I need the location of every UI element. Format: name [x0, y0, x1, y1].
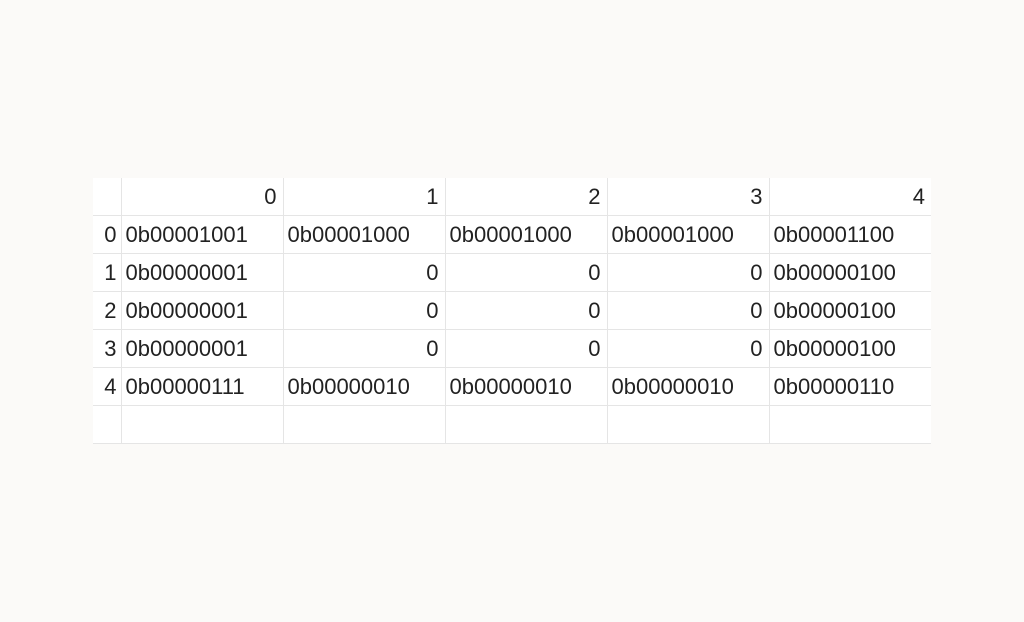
cell-4-3: 0b00000010: [607, 368, 769, 406]
cell-4-4: 0b00000110: [769, 368, 931, 406]
cell-0-2: 0b00001000: [445, 216, 607, 254]
header-row: 0 1 2 3 4: [93, 178, 931, 216]
empty-cell: [283, 406, 445, 444]
cell-1-0: 0b00000001: [121, 254, 283, 292]
cell-1-4: 0b00000100: [769, 254, 931, 292]
cell-0-0: 0b00001001: [121, 216, 283, 254]
cell-1-3: 0: [607, 254, 769, 292]
cell-2-4: 0b00000100: [769, 292, 931, 330]
cell-2-0: 0b00000001: [121, 292, 283, 330]
table-row: 1 0b00000001 0 0 0 0b00000100: [93, 254, 931, 292]
row-header-3: 3: [93, 330, 121, 368]
cell-4-0: 0b00000111: [121, 368, 283, 406]
cell-2-3: 0: [607, 292, 769, 330]
data-table: 0 1 2 3 4 0 0b00001001 0b00001000 0b0000…: [93, 178, 931, 445]
empty-cell: [121, 406, 283, 444]
data-table-wrapper: 0 1 2 3 4 0 0b00001001 0b00001000 0b0000…: [93, 178, 931, 445]
cell-0-4: 0b00001100: [769, 216, 931, 254]
table-row: 0 0b00001001 0b00001000 0b00001000 0b000…: [93, 216, 931, 254]
table-row: 4 0b00000111 0b00000010 0b00000010 0b000…: [93, 368, 931, 406]
cell-3-0: 0b00000001: [121, 330, 283, 368]
cell-4-1: 0b00000010: [283, 368, 445, 406]
row-header-0: 0: [93, 216, 121, 254]
empty-cell: [769, 406, 931, 444]
cell-3-3: 0: [607, 330, 769, 368]
row-header-4: 4: [93, 368, 121, 406]
cell-2-1: 0: [283, 292, 445, 330]
cell-1-2: 0: [445, 254, 607, 292]
cell-3-2: 0: [445, 330, 607, 368]
col-header-2: 2: [445, 178, 607, 216]
empty-cell: [445, 406, 607, 444]
table-row: 3 0b00000001 0 0 0 0b00000100: [93, 330, 931, 368]
cell-3-1: 0: [283, 330, 445, 368]
row-header-2: 2: [93, 292, 121, 330]
col-header-1: 1: [283, 178, 445, 216]
empty-row-header: [93, 406, 121, 444]
col-header-3: 3: [607, 178, 769, 216]
table-row: 2 0b00000001 0 0 0 0b00000100: [93, 292, 931, 330]
corner-cell: [93, 178, 121, 216]
row-header-1: 1: [93, 254, 121, 292]
empty-row: [93, 406, 931, 444]
cell-2-2: 0: [445, 292, 607, 330]
cell-1-1: 0: [283, 254, 445, 292]
cell-0-3: 0b00001000: [607, 216, 769, 254]
empty-cell: [607, 406, 769, 444]
cell-3-4: 0b00000100: [769, 330, 931, 368]
cell-4-2: 0b00000010: [445, 368, 607, 406]
col-header-4: 4: [769, 178, 931, 216]
cell-0-1: 0b00001000: [283, 216, 445, 254]
col-header-0: 0: [121, 178, 283, 216]
